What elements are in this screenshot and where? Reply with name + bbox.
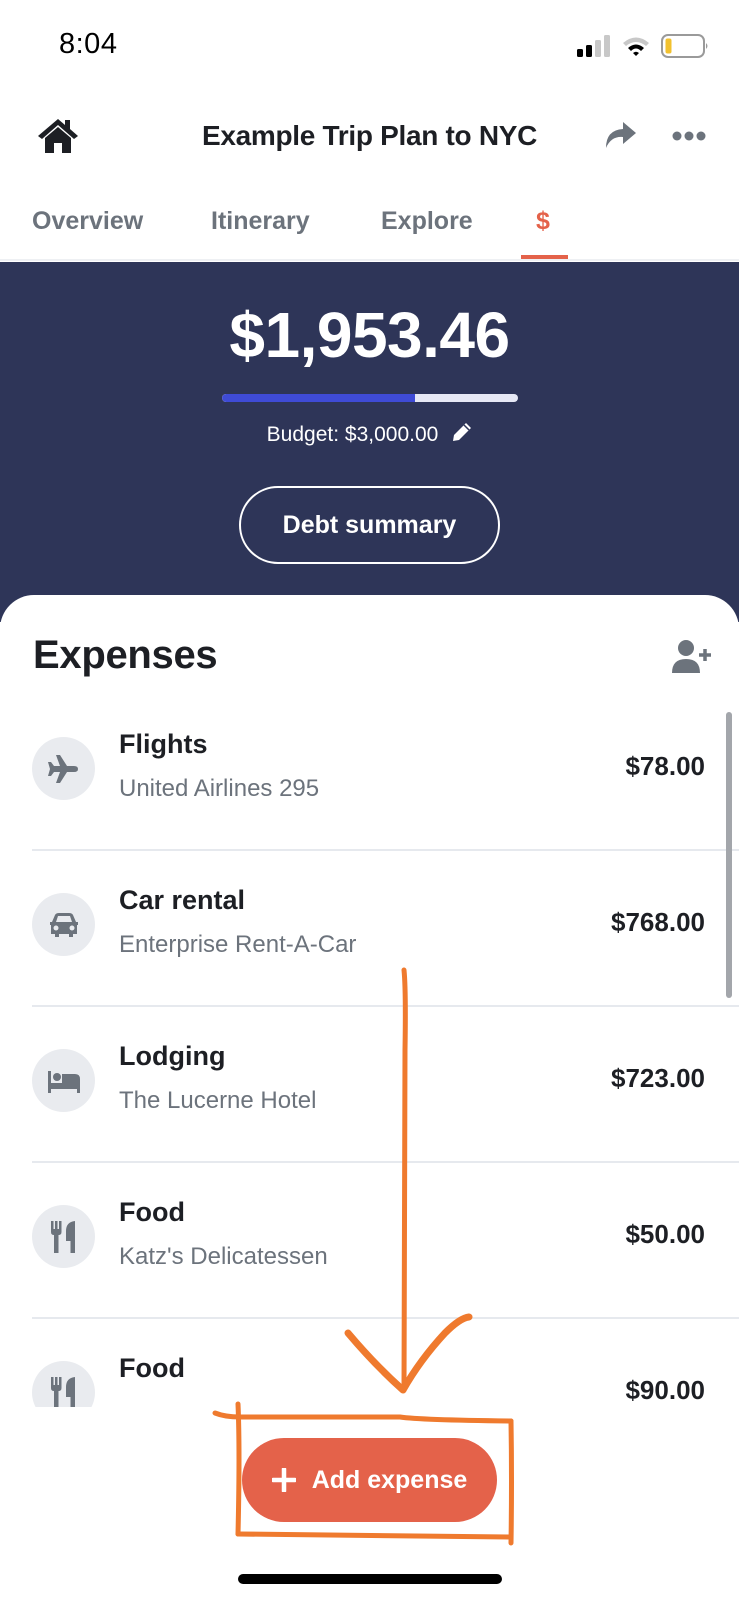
- total-spent: $1,953.46: [229, 299, 510, 371]
- budget-row: Budget: $3,000.00: [0, 422, 739, 448]
- tab-explore[interactable]: Explore: [381, 207, 473, 236]
- expense-amount: $768.00: [611, 907, 705, 937]
- tab-itinerary[interactable]: Itinerary: [211, 207, 310, 236]
- more-options-icon: [672, 131, 706, 141]
- expense-list-scrollbar[interactable]: [726, 712, 732, 998]
- add-expense-label: Add expense: [311, 1465, 468, 1494]
- expense-amount: $723.00: [611, 1063, 705, 1093]
- status-time: 8:04: [59, 28, 118, 60]
- expense-row[interactable]: Car rental Enterprise Rent-A-Car $768.00: [32, 851, 739, 1007]
- expense-subtitle: Enterprise Rent-A-Car: [119, 931, 357, 958]
- expense-amount: $78.00: [625, 751, 705, 781]
- battery-low-icon: [661, 34, 708, 58]
- status-bar: 8:04: [0, 0, 739, 95]
- more-options-button[interactable]: [672, 128, 706, 144]
- expense-title: Food: [119, 1197, 185, 1227]
- expense-subtitle: Katz's Delicatessen: [119, 1243, 328, 1270]
- tab-budget[interactable]: $: [536, 207, 550, 236]
- share-button[interactable]: [603, 120, 637, 152]
- tab-overview[interactable]: Overview: [32, 207, 143, 236]
- budget-progress-bar: [222, 394, 518, 402]
- debt-summary-button[interactable]: Debt summary: [239, 486, 500, 564]
- expense-list[interactable]: Flights United Airlines 295 $78.00 Car r…: [0, 695, 739, 1407]
- tab-bar: Overview Itinerary Explore $: [0, 195, 739, 261]
- budget-progress-fill: [222, 394, 415, 402]
- expenses-title: Expenses: [33, 633, 218, 677]
- expense-title: Flights: [119, 729, 208, 759]
- expense-row[interactable]: Food Katz's Delicatessen $50.00: [32, 1163, 739, 1319]
- expense-title: Car rental: [119, 885, 246, 915]
- car-icon: [49, 912, 78, 937]
- user-plus-icon: [672, 640, 711, 673]
- expense-amount: $50.00: [625, 1219, 705, 1249]
- home-indicator[interactable]: [238, 1574, 502, 1584]
- expense-title: Lodging: [119, 1041, 226, 1071]
- plus-icon: [271, 1468, 296, 1492]
- share-icon: [606, 122, 636, 148]
- budget-label: Budget: $3,000.00: [266, 423, 439, 446]
- cellular-signal-icon: [577, 35, 610, 57]
- expense-row[interactable]: Lodging The Lucerne Hotel $723.00: [32, 1007, 739, 1163]
- expense-title: Food: [119, 1353, 185, 1383]
- add-traveler-button[interactable]: [670, 639, 714, 675]
- pencil-icon: [453, 423, 472, 441]
- header: Example Trip Plan to NYC: [0, 100, 739, 180]
- add-expense-button[interactable]: Add expense: [242, 1438, 497, 1522]
- expense-amount: $90.00: [625, 1375, 705, 1405]
- status-icons: [577, 34, 709, 58]
- utensils-icon: [50, 1220, 75, 1253]
- bed-icon: [47, 1070, 80, 1093]
- expense-row[interactable]: Food $90.00: [32, 1319, 739, 1407]
- plane-icon: [47, 754, 78, 783]
- utensils-icon: [50, 1376, 75, 1407]
- edit-budget-button[interactable]: [452, 422, 472, 448]
- expense-row[interactable]: Flights United Airlines 295 $78.00: [32, 695, 739, 851]
- expense-subtitle: United Airlines 295: [119, 775, 320, 802]
- wifi-icon: [623, 37, 649, 56]
- expense-subtitle: The Lucerne Hotel: [119, 1087, 317, 1114]
- active-tab-indicator: [521, 255, 568, 259]
- budget-summary: $1,953.46 Budget: $3,000.00 Debt summary: [0, 262, 739, 622]
